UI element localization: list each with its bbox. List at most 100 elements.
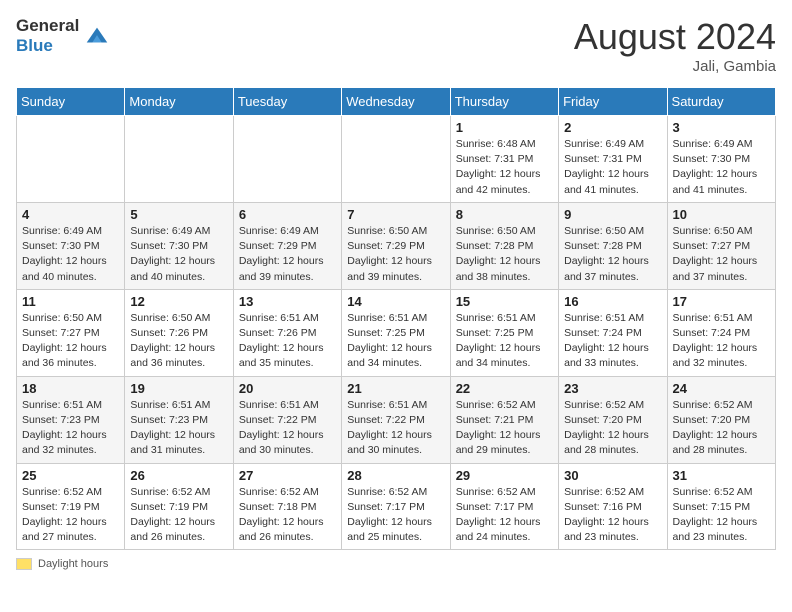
calendar-week-row: 18 Sunrise: 6:51 AM Sunset: 7:23 PM Dayli… <box>17 376 776 463</box>
day-info: Sunrise: 6:52 AM Sunset: 7:15 PM Dayligh… <box>673 485 770 546</box>
calendar-day-cell: 10 Sunrise: 6:50 AM Sunset: 7:27 PM Dayli… <box>667 202 775 289</box>
calendar-day-header: Thursday <box>450 88 558 116</box>
day-info: Sunrise: 6:50 AM Sunset: 7:29 PM Dayligh… <box>347 224 444 285</box>
day-number: 11 <box>22 294 119 309</box>
day-number: 28 <box>347 468 444 483</box>
calendar-table: SundayMondayTuesdayWednesdayThursdayFrid… <box>16 87 776 550</box>
calendar-week-row: 11Sunrise: 6:50 AM Sunset: 7:27 PM Dayli… <box>17 289 776 376</box>
calendar-day-cell: 21 Sunrise: 6:51 AM Sunset: 7:22 PM Dayli… <box>342 376 450 463</box>
day-number: 26 <box>130 468 227 483</box>
day-number: 20 <box>239 381 336 396</box>
day-info: Sunrise: 6:50 AM Sunset: 7:28 PM Dayligh… <box>564 224 661 285</box>
day-number: 23 <box>564 381 661 396</box>
day-number: 29 <box>456 468 553 483</box>
day-info: Sunrise: 6:52 AM Sunset: 7:20 PM Dayligh… <box>564 398 661 459</box>
day-number: 19 <box>130 381 227 396</box>
calendar-day-cell <box>17 116 125 203</box>
day-info: Sunrise: 6:52 AM Sunset: 7:16 PM Dayligh… <box>564 485 661 546</box>
day-number: 18 <box>22 381 119 396</box>
day-info: Sunrise: 6:52 AM Sunset: 7:20 PM Dayligh… <box>673 398 770 459</box>
footer-note: Daylight hours <box>16 558 776 570</box>
day-info: Sunrise: 6:49 AM Sunset: 7:30 PM Dayligh… <box>130 224 227 285</box>
day-number: 10 <box>673 207 770 222</box>
calendar-day-cell: 29 Sunrise: 6:52 AM Sunset: 7:17 PM Dayli… <box>450 463 558 550</box>
calendar-day-cell: 22 Sunrise: 6:52 AM Sunset: 7:21 PM Dayli… <box>450 376 558 463</box>
day-number: 4 <box>22 207 119 222</box>
day-number: 21 <box>347 381 444 396</box>
day-number: 24 <box>673 381 770 396</box>
daylight-swatch <box>16 558 32 570</box>
calendar-day-cell: 25Sunrise: 6:52 AM Sunset: 7:19 PM Dayli… <box>17 463 125 550</box>
day-number: 27 <box>239 468 336 483</box>
calendar-day-cell: 7 Sunrise: 6:50 AM Sunset: 7:29 PM Daylig… <box>342 202 450 289</box>
day-info: Sunrise: 6:51 AM Sunset: 7:24 PM Dayligh… <box>564 311 661 372</box>
day-info: Sunrise: 6:49 AM Sunset: 7:30 PM Dayligh… <box>22 224 119 285</box>
daylight-label: Daylight hours <box>38 558 108 570</box>
calendar-week-row: 4 Sunrise: 6:49 AM Sunset: 7:30 PM Daylig… <box>17 202 776 289</box>
page-header: General Blue August 2024 Jali, Gambia <box>16 16 776 75</box>
calendar-day-cell <box>233 116 341 203</box>
calendar-day-header: Tuesday <box>233 88 341 116</box>
calendar-day-cell: 11Sunrise: 6:50 AM Sunset: 7:27 PM Dayli… <box>17 289 125 376</box>
day-number: 14 <box>347 294 444 309</box>
calendar-day-cell: 26 Sunrise: 6:52 AM Sunset: 7:19 PM Dayli… <box>125 463 233 550</box>
logo: General Blue <box>16 16 111 56</box>
calendar-day-header: Sunday <box>17 88 125 116</box>
day-info: Sunrise: 6:50 AM Sunset: 7:26 PM Dayligh… <box>130 311 227 372</box>
logo-general: General <box>16 16 79 36</box>
day-number: 9 <box>564 207 661 222</box>
calendar-day-cell: 4 Sunrise: 6:49 AM Sunset: 7:30 PM Daylig… <box>17 202 125 289</box>
day-info: Sunrise: 6:48 AM Sunset: 7:31 PM Dayligh… <box>456 137 553 198</box>
calendar-day-header: Monday <box>125 88 233 116</box>
day-info: Sunrise: 6:52 AM Sunset: 7:17 PM Dayligh… <box>347 485 444 546</box>
day-info: Sunrise: 6:52 AM Sunset: 7:21 PM Dayligh… <box>456 398 553 459</box>
calendar-day-header: Wednesday <box>342 88 450 116</box>
calendar-day-cell: 27 Sunrise: 6:52 AM Sunset: 7:18 PM Dayli… <box>233 463 341 550</box>
day-number: 16 <box>564 294 661 309</box>
calendar-day-cell: 19 Sunrise: 6:51 AM Sunset: 7:23 PM Dayli… <box>125 376 233 463</box>
calendar-header-row: SundayMondayTuesdayWednesdayThursdayFrid… <box>17 88 776 116</box>
day-number: 5 <box>130 207 227 222</box>
day-number: 7 <box>347 207 444 222</box>
day-info: Sunrise: 6:52 AM Sunset: 7:18 PM Dayligh… <box>239 485 336 546</box>
day-info: Sunrise: 6:50 AM Sunset: 7:27 PM Dayligh… <box>673 224 770 285</box>
day-number: 2 <box>564 120 661 135</box>
calendar-day-header: Friday <box>559 88 667 116</box>
day-info: Sunrise: 6:49 AM Sunset: 7:31 PM Dayligh… <box>564 137 661 198</box>
calendar-day-cell: 12 Sunrise: 6:50 AM Sunset: 7:26 PM Dayli… <box>125 289 233 376</box>
day-info: Sunrise: 6:51 AM Sunset: 7:24 PM Dayligh… <box>673 311 770 372</box>
day-info: Sunrise: 6:52 AM Sunset: 7:17 PM Dayligh… <box>456 485 553 546</box>
calendar-day-cell: 8Sunrise: 6:50 AM Sunset: 7:28 PM Daylig… <box>450 202 558 289</box>
calendar-day-cell: 2 Sunrise: 6:49 AM Sunset: 7:31 PM Daylig… <box>559 116 667 203</box>
day-info: Sunrise: 6:51 AM Sunset: 7:26 PM Dayligh… <box>239 311 336 372</box>
day-number: 12 <box>130 294 227 309</box>
day-number: 15 <box>456 294 553 309</box>
day-info: Sunrise: 6:51 AM Sunset: 7:22 PM Dayligh… <box>347 398 444 459</box>
calendar-day-cell: 24 Sunrise: 6:52 AM Sunset: 7:20 PM Dayli… <box>667 376 775 463</box>
calendar-day-cell: 6 Sunrise: 6:49 AM Sunset: 7:29 PM Daylig… <box>233 202 341 289</box>
calendar-day-cell: 23 Sunrise: 6:52 AM Sunset: 7:20 PM Dayli… <box>559 376 667 463</box>
day-info: Sunrise: 6:51 AM Sunset: 7:23 PM Dayligh… <box>130 398 227 459</box>
calendar-day-cell: 5 Sunrise: 6:49 AM Sunset: 7:30 PM Daylig… <box>125 202 233 289</box>
calendar-day-cell: 30Sunrise: 6:52 AM Sunset: 7:16 PM Dayli… <box>559 463 667 550</box>
calendar-day-cell: 28 Sunrise: 6:52 AM Sunset: 7:17 PM Dayli… <box>342 463 450 550</box>
calendar-week-row: 25Sunrise: 6:52 AM Sunset: 7:19 PM Dayli… <box>17 463 776 550</box>
calendar-week-row: 1Sunrise: 6:48 AM Sunset: 7:31 PM Daylig… <box>17 116 776 203</box>
day-number: 17 <box>673 294 770 309</box>
day-info: Sunrise: 6:49 AM Sunset: 7:29 PM Dayligh… <box>239 224 336 285</box>
calendar-day-cell: 13Sunrise: 6:51 AM Sunset: 7:26 PM Dayli… <box>233 289 341 376</box>
day-number: 22 <box>456 381 553 396</box>
day-info: Sunrise: 6:49 AM Sunset: 7:30 PM Dayligh… <box>673 137 770 198</box>
calendar-day-cell: 14 Sunrise: 6:51 AM Sunset: 7:25 PM Dayli… <box>342 289 450 376</box>
calendar-day-cell: 17 Sunrise: 6:51 AM Sunset: 7:24 PM Dayli… <box>667 289 775 376</box>
day-number: 8 <box>456 207 553 222</box>
day-info: Sunrise: 6:51 AM Sunset: 7:25 PM Dayligh… <box>347 311 444 372</box>
day-info: Sunrise: 6:52 AM Sunset: 7:19 PM Dayligh… <box>130 485 227 546</box>
calendar-day-cell: 3Sunrise: 6:49 AM Sunset: 7:30 PM Daylig… <box>667 116 775 203</box>
day-number: 6 <box>239 207 336 222</box>
calendar-day-cell <box>125 116 233 203</box>
day-info: Sunrise: 6:51 AM Sunset: 7:22 PM Dayligh… <box>239 398 336 459</box>
calendar-day-header: Saturday <box>667 88 775 116</box>
calendar-day-cell <box>342 116 450 203</box>
calendar-day-cell: 9 Sunrise: 6:50 AM Sunset: 7:28 PM Daylig… <box>559 202 667 289</box>
